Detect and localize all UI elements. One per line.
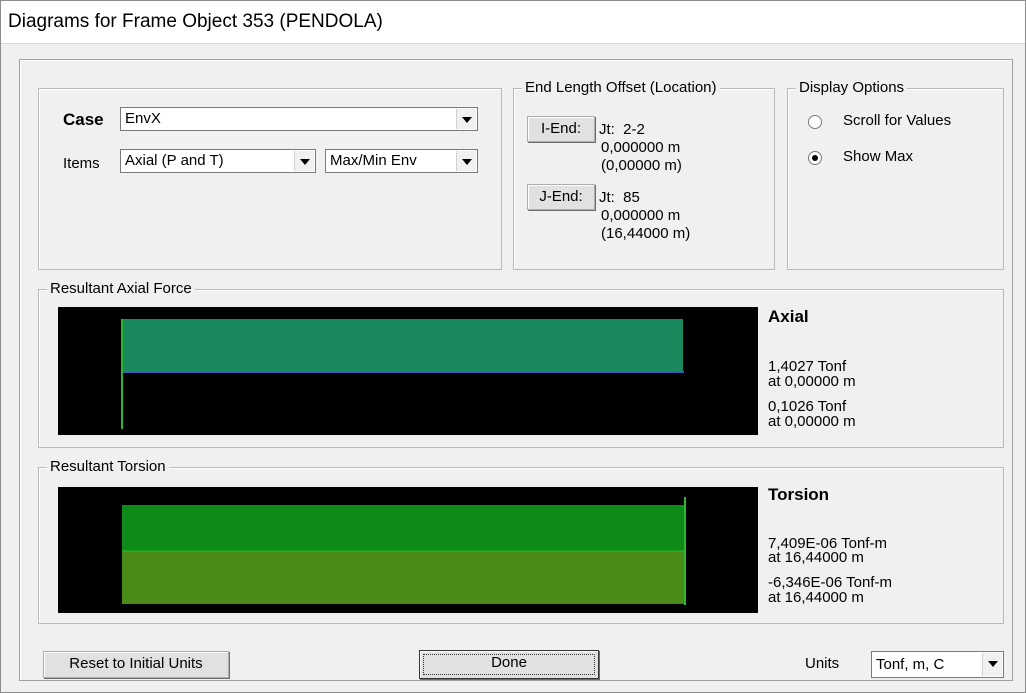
window-title: Diagrams for Frame Object 353 (PENDOLA) xyxy=(8,11,383,32)
units-label: Units xyxy=(805,655,840,672)
axial-heading: Axial xyxy=(768,307,809,326)
units-select[interactable]: Tonf, m, C xyxy=(871,651,1004,678)
chevron-down-icon[interactable] xyxy=(456,151,476,171)
axial-diagram xyxy=(58,307,758,435)
axial-diagram-svg xyxy=(121,319,684,429)
items-label: Items xyxy=(63,155,100,172)
j-end-location: (16,44000 m) xyxy=(601,225,691,242)
i-end-joint: Jt: 2-2 xyxy=(599,121,645,138)
units-select-value: Tonf, m, C xyxy=(876,656,945,673)
i-end-location: (0,00000 m) xyxy=(601,157,682,174)
chevron-down-icon[interactable] xyxy=(456,109,476,129)
j-end-offset: 0,000000 m xyxy=(601,207,681,224)
done-button[interactable]: Done xyxy=(419,650,599,679)
torsion-positive-fill xyxy=(122,505,685,551)
i-end-button[interactable]: I-End: xyxy=(527,116,595,142)
scroll-for-values-label[interactable]: Scroll for Values xyxy=(843,112,951,129)
items-envelope-value: Max/Min Env xyxy=(330,152,417,169)
j-end-label: J-End: xyxy=(539,188,583,205)
reset-units-button[interactable]: Reset to Initial Units xyxy=(43,651,229,678)
dialog-window: Diagrams for Frame Object 353 (PENDOLA) … xyxy=(0,0,1026,693)
case-select-value: EnvX xyxy=(125,110,161,127)
torsion-max-at: at 16,44000 m xyxy=(768,549,864,566)
display-options-title: Display Options xyxy=(796,79,908,97)
torsion-diagram xyxy=(58,487,758,613)
i-end-offset: 0,000000 m xyxy=(601,139,681,156)
show-max-label[interactable]: Show Max xyxy=(843,148,913,165)
axial-group-title: Resultant Axial Force xyxy=(47,280,195,298)
j-end-button[interactable]: J-End: xyxy=(527,184,595,210)
axial-max-at: at 0,00000 m xyxy=(768,373,856,390)
case-label: Case xyxy=(63,110,104,129)
torsion-negative-fill xyxy=(122,551,685,604)
j-end-joint: Jt: 85 xyxy=(599,189,640,206)
title-bar: Diagrams for Frame Object 353 (PENDOLA) xyxy=(1,1,1025,44)
torsion-min-at: at 16,44000 m xyxy=(768,589,864,606)
done-label: Done xyxy=(491,654,527,671)
items-component-value: Axial (P and T) xyxy=(125,152,224,169)
axial-fill xyxy=(122,319,683,373)
i-end-label: I-End: xyxy=(540,120,582,137)
axial-min-at: at 0,00000 m xyxy=(768,413,856,430)
items-envelope-select[interactable]: Max/Min Env xyxy=(325,149,478,173)
items-component-select[interactable]: Axial (P and T) xyxy=(120,149,316,173)
torsion-group-title: Resultant Torsion xyxy=(47,458,169,476)
torsion-heading: Torsion xyxy=(768,485,830,504)
torsion-diagram-svg xyxy=(122,497,686,605)
end-offset-title: End Length Offset (Location) xyxy=(522,79,720,97)
reset-units-label: Reset to Initial Units xyxy=(69,655,203,672)
chevron-down-icon[interactable] xyxy=(294,151,314,171)
show-max-radio[interactable] xyxy=(808,151,822,165)
case-select[interactable]: EnvX xyxy=(120,107,478,131)
chevron-down-icon[interactable] xyxy=(982,653,1002,676)
scroll-for-values-radio[interactable] xyxy=(808,115,822,129)
